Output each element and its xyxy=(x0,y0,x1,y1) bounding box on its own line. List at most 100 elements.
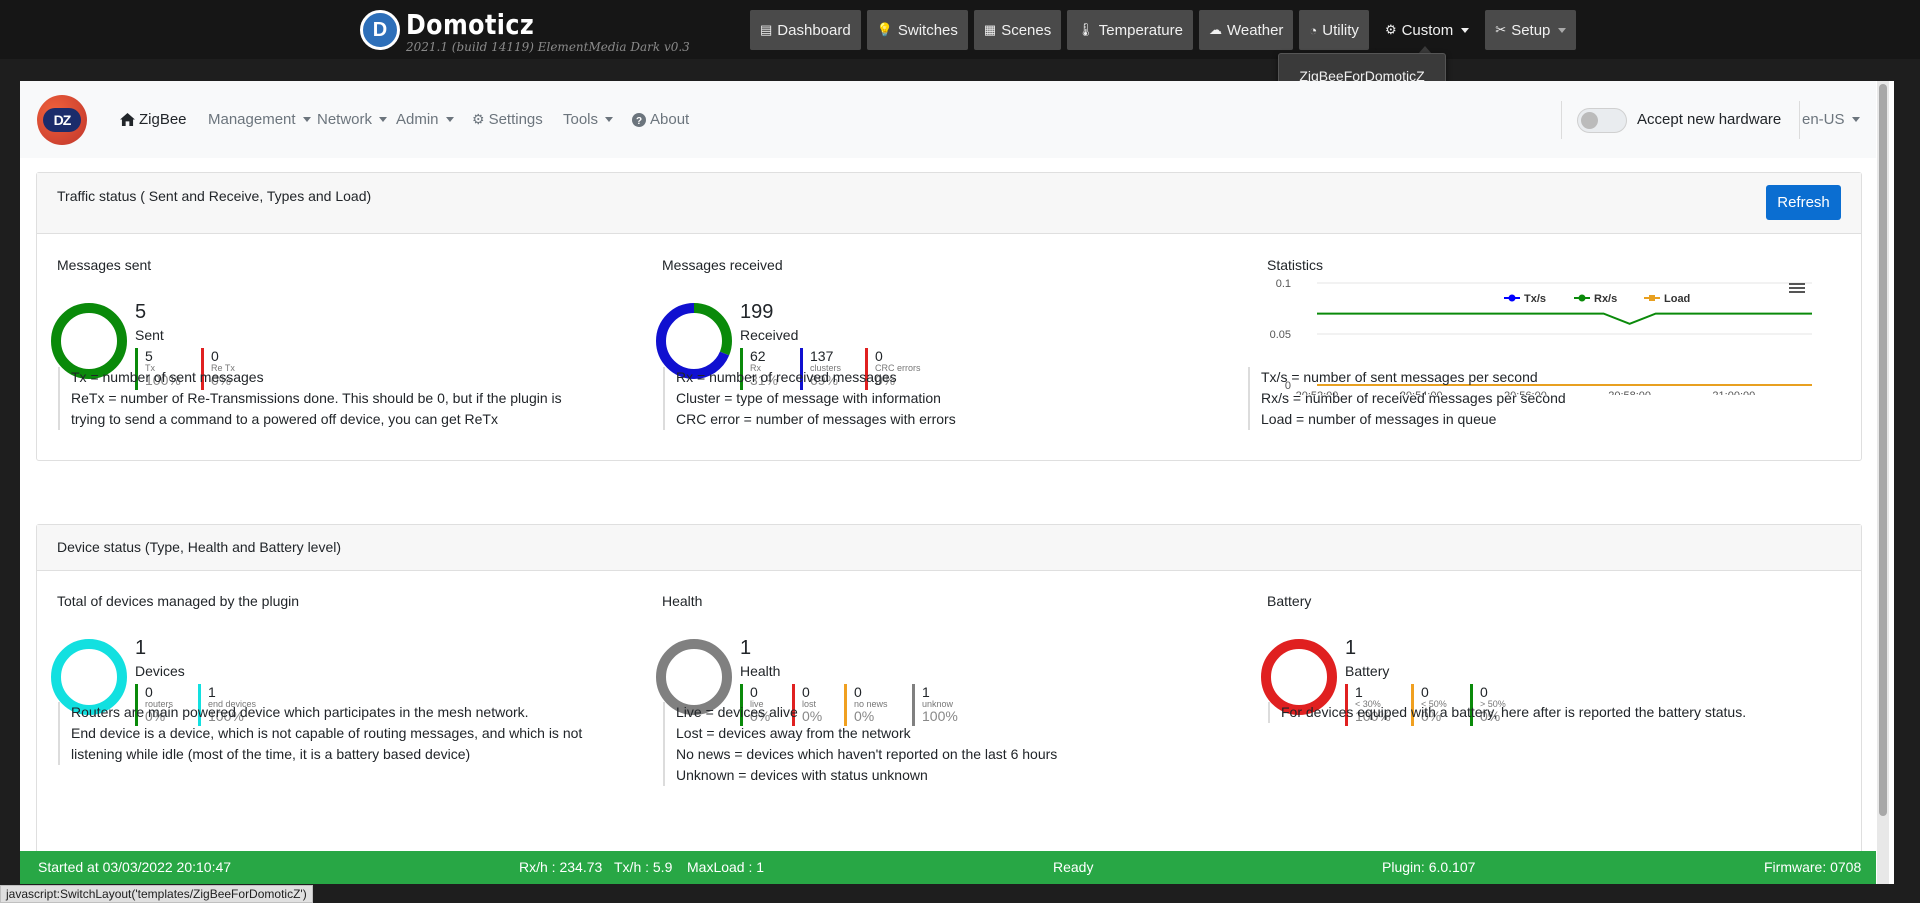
navbar-divider xyxy=(1561,101,1562,139)
app-title: Domoticz xyxy=(406,8,535,41)
nav-item-about[interactable]: ? About xyxy=(632,111,689,128)
plugin-version: Plugin: 6.0.107 xyxy=(1382,859,1476,875)
chevron-down-icon xyxy=(445,117,454,122)
stat-value: 0 xyxy=(854,684,862,700)
stat-value: 0 xyxy=(802,684,810,700)
legend-marker xyxy=(1578,294,1586,302)
desc-line: Tx/s = number of sent messages per secon… xyxy=(1261,369,1538,385)
devices-total-title: Total of devices managed by the plugin xyxy=(57,593,300,609)
nav-switches-button[interactable]: 💡 Switches xyxy=(866,10,968,50)
desc-line: trying to send a command to a powered of… xyxy=(71,411,498,427)
domoticz-logo-icon: D xyxy=(360,10,400,50)
device-status-card: Device status (Type, Health and Battery … xyxy=(36,524,1862,864)
health-caption: Health xyxy=(740,663,781,679)
legend-label: Load xyxy=(1664,293,1690,305)
accept-hardware-label: Accept new hardware xyxy=(1637,111,1782,128)
x-tick-label: 20:58:00 xyxy=(1608,390,1651,395)
language-select[interactable]: en-US xyxy=(1802,111,1860,128)
received-title: Messages received xyxy=(662,257,783,273)
nav-item-zigbee[interactable]: ZigBee xyxy=(120,111,187,128)
question-circle-icon: ? xyxy=(632,112,646,127)
gear-icon: ⚙ xyxy=(472,111,485,127)
desc-line: Unknown = devices with status unknown xyxy=(676,767,928,783)
donut-slice-tx xyxy=(51,303,127,379)
stat-value: 5 xyxy=(145,348,153,364)
sent-title: Messages sent xyxy=(57,257,152,273)
stat-value: 62 xyxy=(750,348,766,364)
received-caption: Received xyxy=(740,327,799,343)
health-description: Live = devices alive Lost = devices away … xyxy=(663,702,1057,786)
nav-label: Switches xyxy=(897,21,958,39)
nav-custom-button[interactable]: ⚙ Custom xyxy=(1374,10,1480,50)
nav-label: Utility xyxy=(1322,21,1359,39)
nav-item-tools[interactable]: Tools xyxy=(563,111,614,128)
nav-setup-button[interactable]: ✂ Setup xyxy=(1485,10,1577,50)
main-nav: ▤ Dashboard 💡 Switches ▦ Scenes 🌡 Temperature ☁ W… xyxy=(750,10,1577,50)
donut-slice--30- xyxy=(1261,639,1337,715)
url-tooltip: javascript:SwitchLayout('templates/ZigBe… xyxy=(0,885,313,903)
svg-text:?: ? xyxy=(636,116,642,127)
statistics-title: Statistics xyxy=(1267,257,1324,273)
received-total: 199 xyxy=(740,301,774,323)
battery-description: For devices equiped with a battery, here… xyxy=(1268,702,1746,723)
desc-line: listening while idle (most of the time, … xyxy=(71,746,471,762)
nav-item-admin[interactable]: Admin xyxy=(396,111,454,128)
stat-value: 0 xyxy=(145,684,153,700)
navbar-divider xyxy=(1799,101,1800,139)
weather-icon: ☁ xyxy=(1208,22,1222,37)
sent-caption: Sent xyxy=(135,327,164,343)
stat-value: 0 xyxy=(750,684,758,700)
desc-line: Rx/s = number of received messages per s… xyxy=(1261,390,1566,406)
nav-label: Custom xyxy=(1401,21,1454,39)
y-tick-label: 0.05 xyxy=(1270,329,1291,341)
accept-hardware-toggle[interactable] xyxy=(1577,108,1627,133)
donut-slice-end-devices xyxy=(51,639,127,715)
started-at: Started at 03/03/2022 20:10:47 xyxy=(38,859,232,875)
rx-rate: Rx/h : 234.73 xyxy=(519,859,603,875)
chart-menu-line xyxy=(1789,291,1805,293)
chevron-down-icon xyxy=(1558,27,1567,33)
nav-temperature-button[interactable]: 🌡 Temperature xyxy=(1067,10,1193,50)
nav-weather-button[interactable]: ☁ Weather xyxy=(1198,10,1294,50)
battery-total: 1 xyxy=(1345,637,1357,659)
nav-label: Dashboard xyxy=(777,21,851,39)
chart-menu-icon[interactable] xyxy=(1789,283,1805,293)
legend-label: Tx/s xyxy=(1524,293,1546,305)
nav-item-settings[interactable]: ⚙ Settings xyxy=(472,111,543,128)
utility-icon: ◔ xyxy=(1309,22,1318,38)
received-description: Rx = number of received messages Cluster … xyxy=(663,367,956,430)
chevron-down-icon xyxy=(302,117,311,122)
scrollbar-thumb[interactable] xyxy=(1879,84,1887,816)
nav-item-management[interactable]: Management xyxy=(208,111,311,128)
gear-icon: ⚙ xyxy=(1384,22,1397,37)
sent-total: 5 xyxy=(135,301,147,323)
thermometer-icon: 🌡 xyxy=(1077,22,1094,37)
stat-value: 0 xyxy=(1421,684,1429,700)
domoticz-brand[interactable]: D Domoticz 2021.1 (build 14119) ElementM… xyxy=(360,8,690,53)
zigate-logo-icon[interactable]: DZ xyxy=(37,95,87,145)
devices-total-caption: Devices xyxy=(135,663,185,679)
nav-scenes-button[interactable]: ▦ Scenes xyxy=(973,10,1062,50)
nav-label: Setup xyxy=(1511,21,1551,39)
chart-menu-line xyxy=(1789,283,1805,285)
status-bar: Started at 03/03/2022 20:10:47 Rx/h : 23… xyxy=(20,851,1876,884)
stat-value: 137 xyxy=(810,348,834,364)
battery-caption: Battery xyxy=(1345,663,1390,679)
refresh-button[interactable]: Refresh xyxy=(1766,185,1841,220)
plugin-frame: DZ ZigBee Management Network Admin ⚙ Sett… xyxy=(20,81,1894,884)
legend-marker xyxy=(1508,294,1516,302)
desc-line: CRC error = number of messages with erro… xyxy=(676,411,956,427)
desc-line: Cluster = type of message with informati… xyxy=(676,390,941,406)
stat-value: 0 xyxy=(211,348,219,364)
devices-total-description: Routers are main powered device which pa… xyxy=(58,702,582,765)
desc-line: For devices equiped with a battery, here… xyxy=(1281,704,1747,720)
nav-label: Weather xyxy=(1226,21,1284,39)
traffic-status-card: Traffic status ( Sent and Receive, Types… xyxy=(36,172,1862,461)
nav-item-network[interactable]: Network xyxy=(317,111,388,128)
chevron-down-icon xyxy=(1851,117,1860,122)
nav-dashboard-button[interactable]: ▤ Dashboard xyxy=(750,10,861,50)
stat-value: 0 xyxy=(875,348,883,364)
y-tick-label: 0.1 xyxy=(1276,278,1291,290)
chevron-down-icon xyxy=(1461,27,1470,33)
nav-utility-button[interactable]: ◔ Utility xyxy=(1299,10,1369,50)
